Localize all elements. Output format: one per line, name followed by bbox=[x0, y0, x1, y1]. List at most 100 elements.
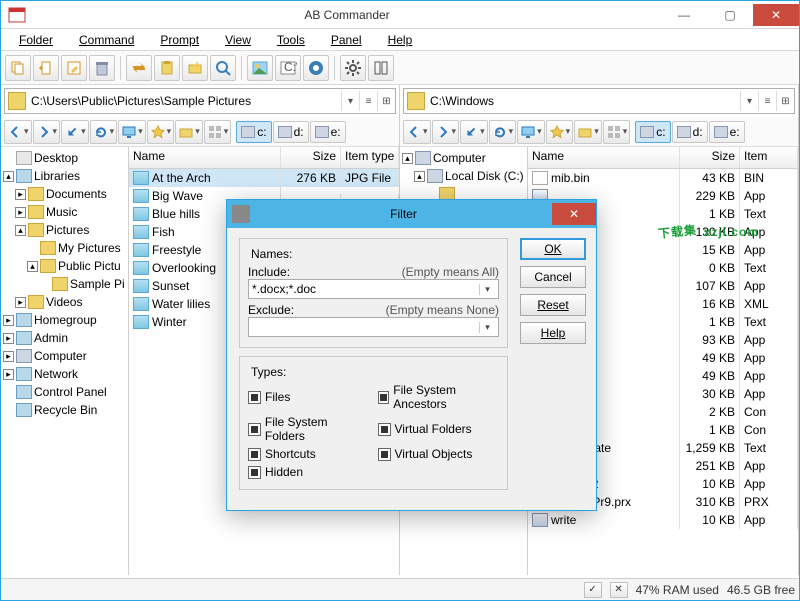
right-path-input[interactable] bbox=[428, 92, 740, 110]
list-item[interactable]: mib.bin43 KBBIN bbox=[528, 169, 798, 187]
view-icon[interactable]: ▾ bbox=[204, 120, 232, 144]
right-menu-icon[interactable]: ≡ bbox=[758, 91, 776, 111]
back-icon[interactable]: ▾ bbox=[4, 120, 32, 144]
right-dropdown-icon[interactable]: ▾ bbox=[740, 91, 758, 111]
left-drive-d[interactable]: d: bbox=[273, 121, 309, 143]
right-drive-e[interactable]: e: bbox=[709, 121, 745, 143]
favorites-icon[interactable]: ▾ bbox=[147, 120, 175, 144]
help-button[interactable]: Help bbox=[520, 322, 586, 344]
col-name[interactable]: Name bbox=[528, 147, 680, 168]
menu-command[interactable]: Command bbox=[67, 31, 146, 49]
menu-panel[interactable]: Panel bbox=[319, 31, 374, 49]
hex-icon[interactable] bbox=[303, 55, 329, 81]
new-folder-icon[interactable] bbox=[182, 55, 208, 81]
tree-item[interactable]: ▸Videos bbox=[3, 293, 126, 311]
clipboard-icon[interactable] bbox=[154, 55, 180, 81]
delete-icon[interactable] bbox=[89, 55, 115, 81]
layout-icon[interactable] bbox=[368, 55, 394, 81]
left-path-input[interactable] bbox=[29, 92, 341, 110]
sync-icon[interactable] bbox=[126, 55, 152, 81]
tree-item[interactable]: ▸Documents bbox=[3, 185, 126, 203]
tree-item[interactable]: ▴Computer bbox=[402, 149, 525, 167]
left-drive-e[interactable]: e: bbox=[310, 121, 346, 143]
col-type[interactable]: Item bbox=[740, 147, 798, 168]
type-checkbox[interactable]: Hidden bbox=[248, 465, 370, 479]
status-cancel-icon[interactable]: ✕ bbox=[610, 582, 628, 598]
title-bar: AB Commander — ▢ ✕ bbox=[1, 1, 799, 29]
include-input[interactable]: *.docx;*.doc▾ bbox=[248, 279, 499, 299]
type-checkbox[interactable]: Virtual Folders bbox=[378, 415, 500, 443]
menu-folder[interactable]: Folder bbox=[7, 31, 65, 49]
tree-item[interactable]: Recycle Bin bbox=[3, 401, 126, 419]
up-icon[interactable]: ▾ bbox=[460, 120, 488, 144]
tree-item[interactable]: ▴Libraries bbox=[3, 167, 126, 185]
right-drive-c[interactable]: c: bbox=[635, 121, 670, 143]
tree-item[interactable]: ▴Pictures bbox=[3, 221, 126, 239]
col-type[interactable]: Item type bbox=[341, 147, 399, 168]
close-button[interactable]: ✕ bbox=[753, 4, 799, 26]
folder-tool-icon[interactable]: ▾ bbox=[175, 120, 203, 144]
maximize-button[interactable]: ▢ bbox=[707, 4, 753, 26]
monitor-icon[interactable]: ▾ bbox=[517, 120, 545, 144]
menu-tools[interactable]: Tools bbox=[265, 31, 317, 49]
type-checkbox[interactable]: Shortcuts bbox=[248, 447, 370, 461]
menu-help[interactable]: Help bbox=[376, 31, 425, 49]
up-icon[interactable]: ▾ bbox=[61, 120, 89, 144]
reset-button[interactable]: Reset bbox=[520, 294, 586, 316]
left-expand-icon[interactable]: ⊞ bbox=[377, 91, 395, 111]
rename-icon[interactable] bbox=[61, 55, 87, 81]
right-expand-icon[interactable]: ⊞ bbox=[776, 91, 794, 111]
col-name[interactable]: Name bbox=[129, 147, 281, 168]
minimize-button[interactable]: — bbox=[661, 4, 707, 26]
tree-item[interactable]: ▴Local Disk (C:) bbox=[402, 167, 525, 185]
type-checkbox[interactable]: File System Ancestors bbox=[378, 383, 500, 411]
tree-item[interactable]: Desktop bbox=[3, 149, 126, 167]
tree-item[interactable]: Control Panel bbox=[3, 383, 126, 401]
forward-icon[interactable]: ▾ bbox=[432, 120, 460, 144]
search-icon[interactable] bbox=[210, 55, 236, 81]
tree-item[interactable]: ▸Admin bbox=[3, 329, 126, 347]
tree-item[interactable]: ▸Computer bbox=[3, 347, 126, 365]
terminal-icon[interactable]: C:\ bbox=[275, 55, 301, 81]
col-size[interactable]: Size bbox=[680, 147, 740, 168]
menu-view[interactable]: View bbox=[213, 31, 263, 49]
copy-icon[interactable] bbox=[5, 55, 31, 81]
filter-icon bbox=[232, 205, 250, 223]
right-drive-d[interactable]: d: bbox=[672, 121, 708, 143]
refresh-icon[interactable]: ▾ bbox=[90, 120, 118, 144]
refresh-icon[interactable]: ▾ bbox=[489, 120, 517, 144]
tree-item[interactable]: ▸Network bbox=[3, 365, 126, 383]
monitor-icon[interactable]: ▾ bbox=[118, 120, 146, 144]
cancel-button[interactable]: Cancel bbox=[520, 266, 586, 288]
type-checkbox[interactable]: Files bbox=[248, 383, 370, 411]
type-checkbox[interactable]: Virtual Objects bbox=[378, 447, 500, 461]
left-dropdown-icon[interactable]: ▾ bbox=[341, 91, 359, 111]
tree-item[interactable]: ▸Homegroup bbox=[3, 311, 126, 329]
tree-item[interactable]: ▴Public Pictu bbox=[3, 257, 126, 275]
list-item[interactable]: write10 KBApp bbox=[528, 511, 798, 529]
view-icon[interactable]: ▾ bbox=[603, 120, 631, 144]
settings-icon[interactable] bbox=[340, 55, 366, 81]
list-item[interactable]: At the Arch276 KBJPG File bbox=[129, 169, 399, 187]
type-checkbox[interactable]: File System Folders bbox=[248, 415, 370, 443]
left-drive-c[interactable]: c: bbox=[236, 121, 271, 143]
status-confirm-icon[interactable]: ✓ bbox=[584, 582, 602, 598]
menu-prompt[interactable]: Prompt bbox=[148, 31, 211, 49]
exclude-input[interactable]: ▾ bbox=[248, 317, 499, 337]
back-icon[interactable]: ▾ bbox=[403, 120, 431, 144]
left-menu-icon[interactable]: ≡ bbox=[359, 91, 377, 111]
col-size[interactable]: Size bbox=[281, 147, 341, 168]
app-icon bbox=[7, 5, 27, 25]
left-tree[interactable]: Desktop▴Libraries▸Documents▸Music▴Pictur… bbox=[1, 147, 129, 575]
folder-tool-icon[interactable]: ▾ bbox=[574, 120, 602, 144]
favorites-icon[interactable]: ▾ bbox=[546, 120, 574, 144]
ok-button[interactable]: OK bbox=[520, 238, 586, 260]
tree-item[interactable]: My Pictures bbox=[3, 239, 126, 257]
tree-item[interactable]: Sample Pi bbox=[3, 275, 126, 293]
image-icon[interactable] bbox=[247, 55, 273, 81]
window-title: AB Commander bbox=[33, 8, 661, 22]
forward-icon[interactable]: ▾ bbox=[33, 120, 61, 144]
tree-item[interactable]: ▸Music bbox=[3, 203, 126, 221]
dialog-close-button[interactable]: ✕ bbox=[552, 203, 596, 225]
move-icon[interactable] bbox=[33, 55, 59, 81]
